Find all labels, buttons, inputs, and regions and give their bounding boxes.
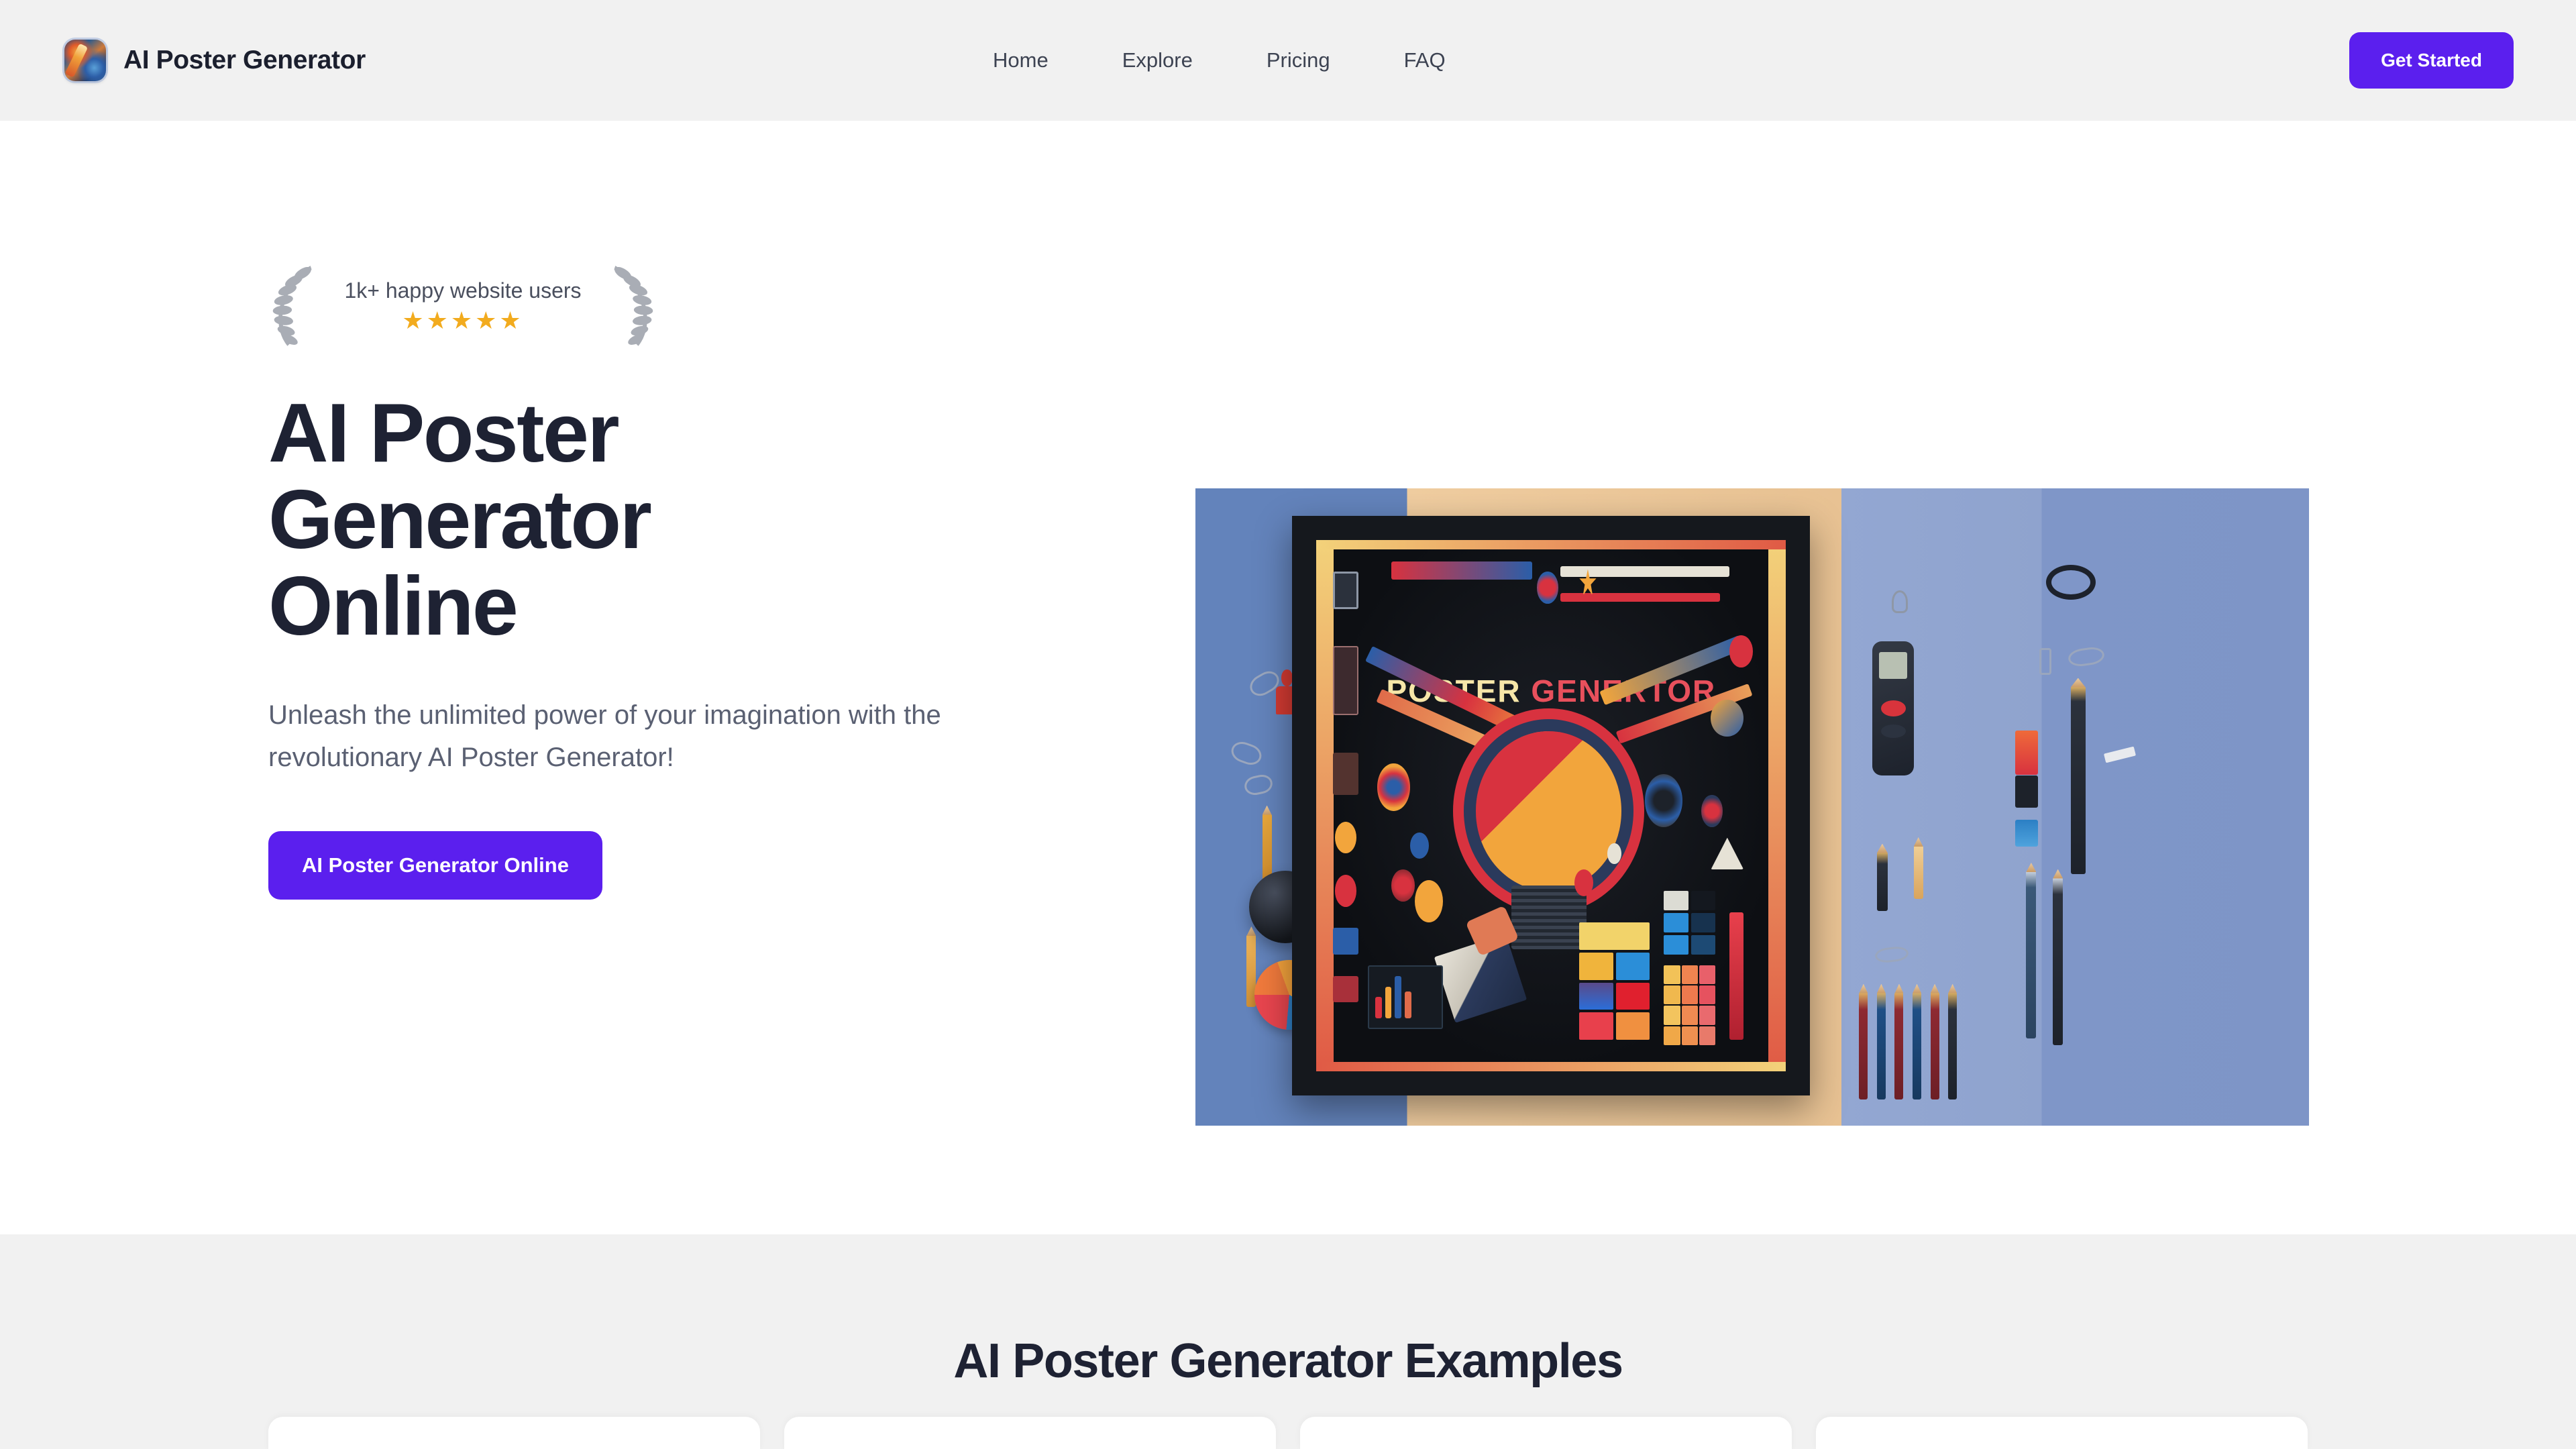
hero-title: AI Poster Generator Online <box>268 387 652 653</box>
rubber-band-ring-icon <box>2046 565 2096 600</box>
pencil-icon <box>1876 991 1886 1099</box>
main-nav: Home Explore Pricing FAQ <box>993 48 1446 72</box>
poster-dot <box>1537 572 1558 604</box>
pencil-icon <box>1930 991 1939 1099</box>
pencil-icon <box>1876 851 1888 911</box>
pencil-icon <box>1948 991 1957 1099</box>
eraser-icon <box>2039 647 2052 675</box>
poster-accent-bar <box>1729 912 1744 1040</box>
poster-target-icon <box>1377 763 1411 811</box>
social-proof-center: 1k+ happy website users ★★★★★ <box>323 278 602 333</box>
social-proof-text: 1k+ happy website users <box>344 278 582 303</box>
poster-swatch-grid <box>1664 965 1716 1045</box>
poster-chart-bar <box>1395 975 1402 1019</box>
handheld-device-icon <box>1872 641 1915 775</box>
poster-dot <box>1391 869 1415 902</box>
poster-disc-icon <box>1645 773 1683 827</box>
paper-clip-icon <box>1874 945 1909 964</box>
framed-poster: POSTER GENERTOR <box>1292 515 1811 1096</box>
nav-link-home[interactable]: Home <box>993 48 1049 72</box>
pencil-icon <box>1894 991 1904 1099</box>
poster-cloud-icon <box>1729 635 1754 668</box>
hero-cta-button[interactable]: AI Poster Generator Online <box>268 831 602 900</box>
lightbulb-icon <box>1476 731 1622 891</box>
hero-image: POSTER GENERTOR <box>1195 488 2309 1126</box>
nav-link-pricing[interactable]: Pricing <box>1267 48 1330 72</box>
get-started-button[interactable]: Get Started <box>2349 32 2514 89</box>
device-button <box>1880 724 1906 738</box>
paper-clip-icon <box>2067 645 2106 668</box>
pencil-icon <box>2026 871 2037 1038</box>
color-swatch-icon <box>2015 731 2038 775</box>
poster-rail-icon <box>1332 752 1359 796</box>
social-proof-badge: 1k+ happy website users ★★★★★ <box>268 262 657 349</box>
paper-clip-icon <box>1242 772 1275 797</box>
poster-rail-icon <box>1334 821 1356 854</box>
nav-link-explore[interactable]: Explore <box>1122 48 1193 72</box>
hero-subtitle: Unleash the unlimited power of your imag… <box>268 700 941 773</box>
app-logo-icon <box>64 40 106 81</box>
poster-rail-icon <box>1332 975 1359 1003</box>
lightbulb-base-icon <box>1511 885 1587 950</box>
laurel-wreath-left-icon <box>272 266 312 346</box>
pencil-icon <box>2070 686 2086 874</box>
poster-swatch-grid <box>1579 922 1650 1040</box>
rating-stars: ★★★★★ <box>402 306 524 334</box>
hero-content: 1k+ happy website users ★★★★★ AI Poster … <box>268 262 1140 900</box>
hook-icon <box>1891 590 1908 613</box>
poster-rail-icon <box>1334 875 1356 907</box>
pencil-icon <box>1913 991 1922 1099</box>
brand[interactable]: AI Poster Generator <box>64 40 366 81</box>
device-screen <box>1879 652 1908 679</box>
pencil-icon <box>1913 845 1923 899</box>
poster-dot <box>1574 869 1594 896</box>
color-swatch-icon <box>2015 820 2038 847</box>
pencil-icon <box>2053 877 2063 1045</box>
poster-rail-icon <box>1332 572 1359 609</box>
examples-title: AI Poster Generator Examples <box>953 1334 1623 1388</box>
poster-dot <box>1410 832 1430 859</box>
poster-cloud-icon <box>1711 699 1744 737</box>
poster-chart-bar <box>1404 991 1411 1019</box>
poster-mountain-icon <box>1711 837 1744 870</box>
poster-stroke <box>1560 566 1730 578</box>
poster-border-top <box>1316 539 1786 549</box>
example-card-4[interactable] <box>1816 1417 2308 1449</box>
poster-swatch-grid <box>1664 890 1716 955</box>
hero-section: 1k+ happy website users ★★★★★ AI Poster … <box>0 121 2576 1234</box>
paper-clip-icon <box>1228 739 1265 768</box>
poster-stroke <box>1391 561 1533 580</box>
poster-rail-icon <box>1332 928 1359 955</box>
example-card-2[interactable] <box>784 1417 1276 1449</box>
poster-dot <box>1607 843 1622 865</box>
brand-name: AI Poster Generator <box>123 46 366 74</box>
poster-border-right <box>1768 539 1786 1072</box>
example-card-3[interactable] <box>1300 1417 1792 1449</box>
poster-border-left <box>1316 539 1334 1072</box>
nav-link-faq[interactable]: FAQ <box>1404 48 1446 72</box>
color-swatch-icon <box>2015 775 2038 808</box>
poster-artwork: POSTER GENERTOR <box>1305 529 1796 1083</box>
pencil-icon <box>1859 991 1868 1099</box>
example-card-1[interactable] <box>268 1417 760 1449</box>
poster-chart-bar <box>1385 986 1392 1019</box>
laurel-wreath-right-icon <box>614 266 653 346</box>
poster-dot <box>1701 795 1723 827</box>
poster-sun-icon <box>1415 880 1444 923</box>
device-record-button <box>1880 700 1906 716</box>
poster-stroke <box>1560 593 1721 602</box>
example-cards-row <box>268 1417 2308 1449</box>
poster-border-bottom <box>1316 1062 1786 1072</box>
examples-section: AI Poster Generator Examples <box>0 1234 2576 1449</box>
site-header: AI Poster Generator Home Explore Pricing… <box>0 0 2576 121</box>
poster-chart-bar <box>1375 997 1382 1019</box>
eraser-icon <box>2103 746 2136 763</box>
